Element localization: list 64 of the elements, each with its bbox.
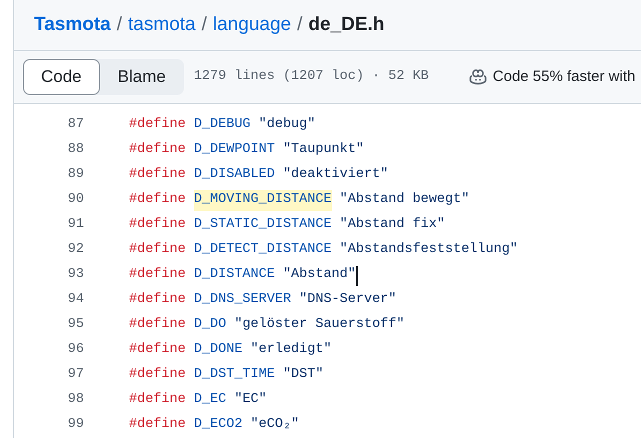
define-keyword: #define xyxy=(129,191,186,210)
string-value: "eCO₂" xyxy=(250,416,300,434)
macro-name: D_DEBUG xyxy=(194,116,251,134)
breadcrumb-link[interactable]: tasmota xyxy=(128,10,196,39)
path-separator: / xyxy=(297,12,302,36)
define-keyword: #define xyxy=(129,341,186,360)
file-name: de_DE.h xyxy=(308,12,384,36)
define-keyword: #define xyxy=(129,166,186,184)
line-number: 94 xyxy=(66,291,84,310)
macro-name: D_DONE xyxy=(194,341,242,360)
breadcrumb-link[interactable]: language xyxy=(212,10,292,39)
macro-name: D_MOVING_DISTANCE xyxy=(194,190,332,211)
string-value: "deaktiviert" xyxy=(282,166,388,184)
define-keyword: #define xyxy=(129,266,186,284)
macro-name: D_DISABLED xyxy=(194,166,275,184)
macro-name: D_STATIC_DISTANCE xyxy=(194,216,332,234)
string-value: "Abstand bewegt" xyxy=(340,191,470,210)
define-keyword: #define xyxy=(129,316,186,334)
string-value: "DNS-Server" xyxy=(299,291,396,310)
macro-name: D_DST_TIME xyxy=(194,366,275,384)
string-value: "DST" xyxy=(282,366,324,384)
string-value: "Abstand fix" xyxy=(340,216,445,234)
file-info: 1279 lines (1207 loc) · 52 KB xyxy=(194,68,429,86)
line-number: 89 xyxy=(66,166,84,184)
string-value: "Taupunkt" xyxy=(282,141,364,160)
view-tab[interactable]: Blame xyxy=(100,58,184,95)
macro-name: D_DETECT_DISTANCE xyxy=(194,241,332,260)
view-tab[interactable]: Code xyxy=(23,58,100,95)
macro-name: D_DEWPOINT xyxy=(194,141,275,160)
define-keyword: #define xyxy=(129,291,186,310)
line-number: 99 xyxy=(66,416,84,434)
macro-name: D_DISTANCE xyxy=(194,266,275,284)
line-number: 91 xyxy=(66,216,84,234)
line-number: 93 xyxy=(66,266,84,284)
line-number: 92 xyxy=(66,241,84,260)
copilot-promo[interactable]: Code 55% faster with xyxy=(492,66,636,88)
copilot-icon xyxy=(468,68,487,85)
define-keyword: #define xyxy=(129,116,186,134)
line-number: 98 xyxy=(66,391,84,410)
path-separator: / xyxy=(202,12,207,36)
define-keyword: #define xyxy=(129,416,186,434)
string-value: "erledigt" xyxy=(250,341,332,360)
line-number: 88 xyxy=(66,141,84,160)
breadcrumb-link[interactable]: Tasmota xyxy=(34,10,111,39)
line-number: 97 xyxy=(66,366,84,384)
line-number: 90 xyxy=(66,191,84,210)
string-value: "EC" xyxy=(234,391,267,410)
define-keyword: #define xyxy=(129,391,186,410)
string-value: "debug" xyxy=(258,116,316,134)
string-value: "Abstandsfeststellung" xyxy=(340,241,518,260)
line-number: 87 xyxy=(66,116,84,134)
path-separator: / xyxy=(116,12,122,36)
line-number: 95 xyxy=(66,316,84,334)
string-value: "gelöster Sauerstoff" xyxy=(234,316,404,334)
macro-name: D_ECO2 xyxy=(194,416,242,434)
define-keyword: #define xyxy=(129,141,186,160)
define-keyword: #define xyxy=(129,366,186,384)
macro-name: D_DO xyxy=(194,316,226,334)
line-number: 96 xyxy=(66,341,84,360)
macro-name: D_EC xyxy=(194,391,226,410)
define-keyword: #define xyxy=(129,216,186,234)
define-keyword: #define xyxy=(129,241,186,260)
macro-name: D_DNS_SERVER xyxy=(194,291,292,310)
string-value: "Abstand" xyxy=(282,266,356,284)
